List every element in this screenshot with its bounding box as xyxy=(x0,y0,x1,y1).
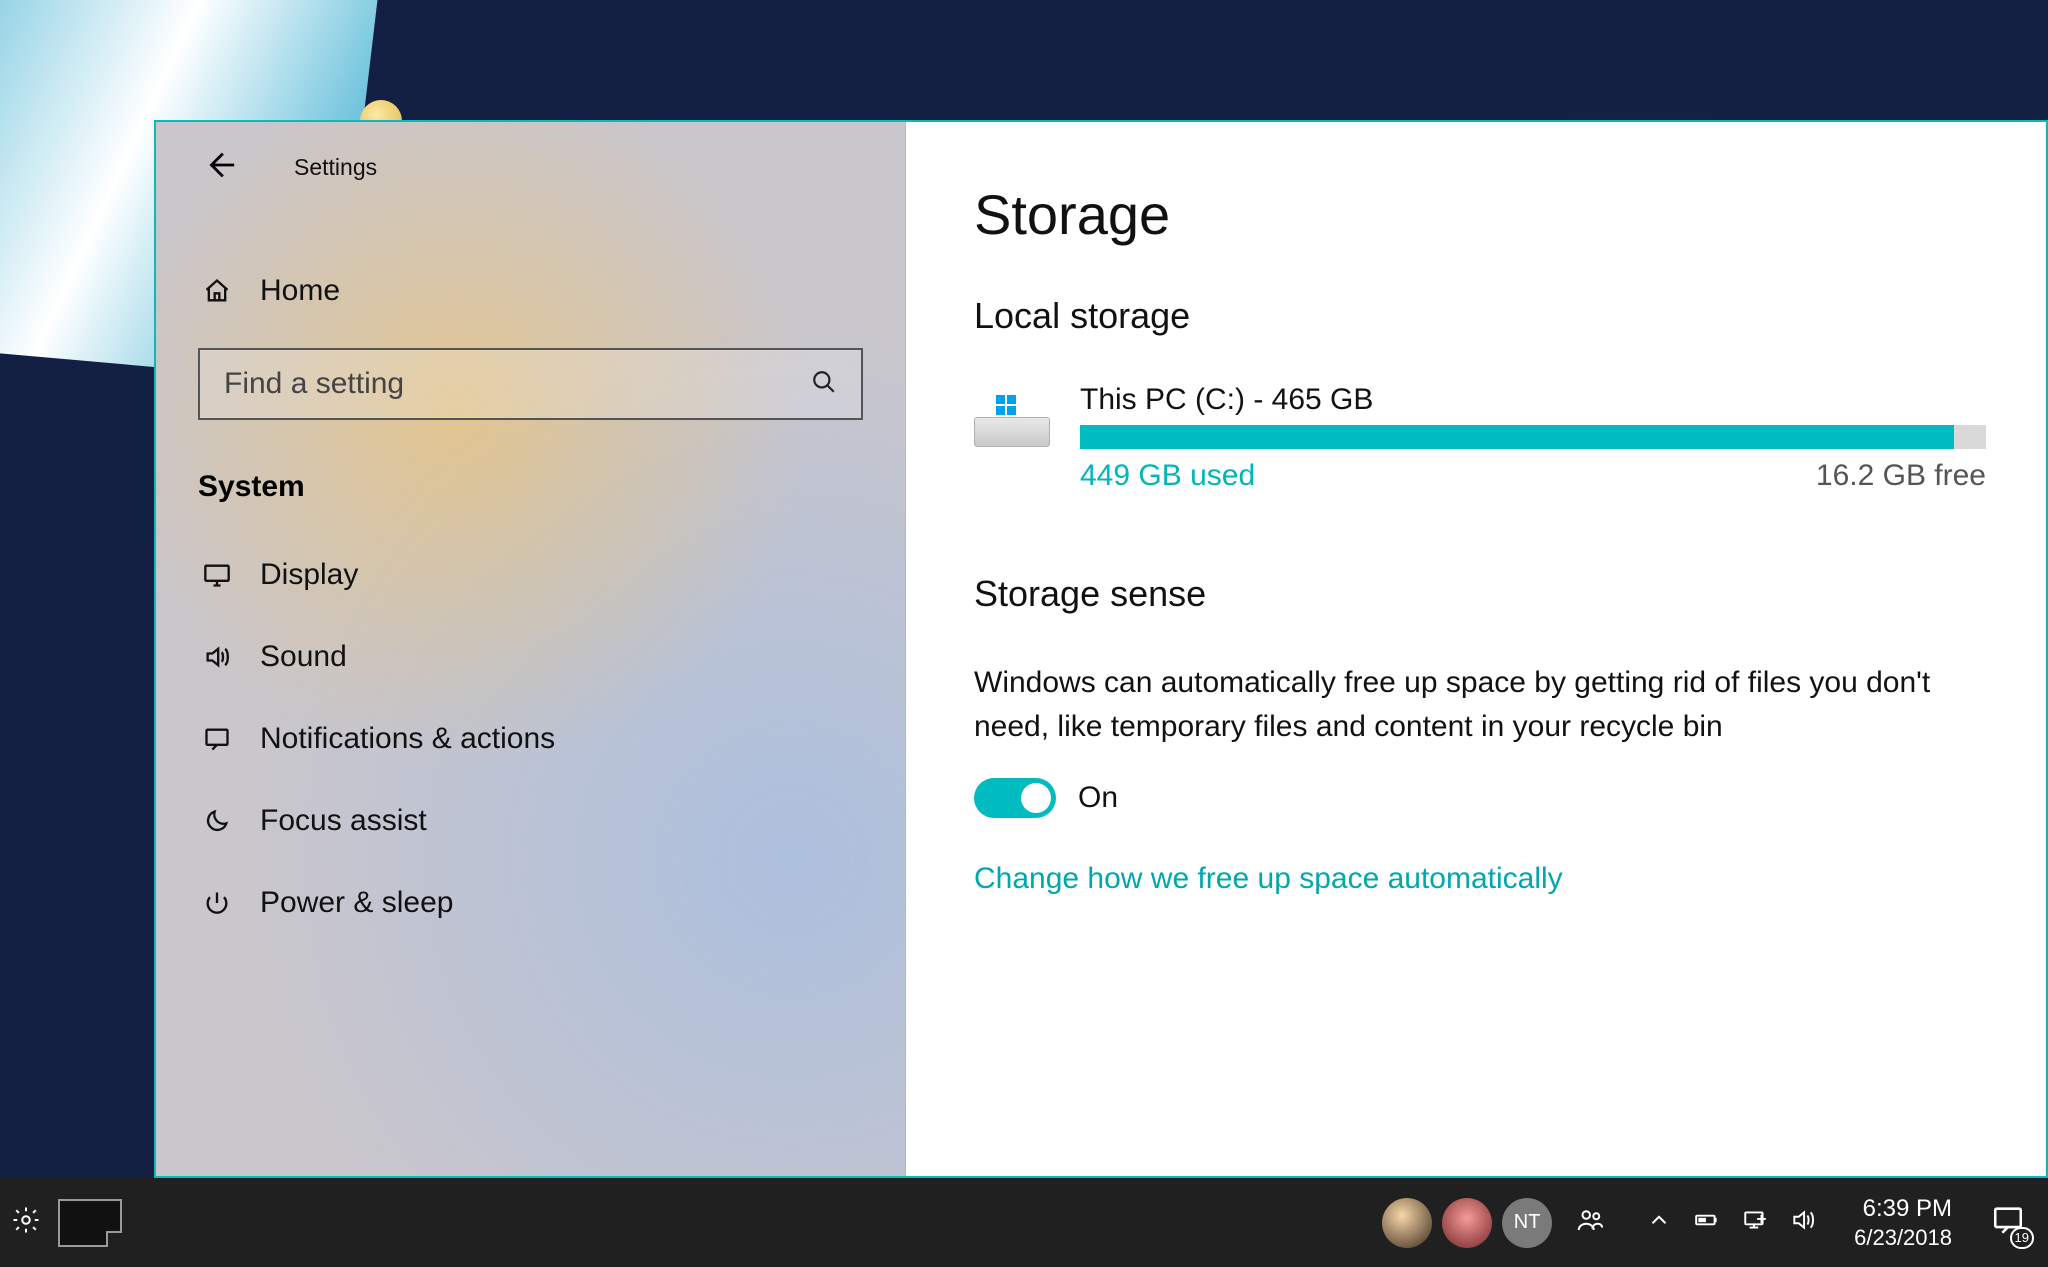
storage-sense-heading: Storage sense xyxy=(974,573,1986,615)
taskbar-action-center[interactable]: 19 xyxy=(1984,1199,2032,1247)
taskbar-task-view[interactable] xyxy=(52,1178,122,1267)
taskbar-settings-gear[interactable] xyxy=(0,1178,52,1267)
sidebar-item-label: Notifications & actions xyxy=(260,722,555,756)
taskbar-date: 6/23/2018 xyxy=(1854,1224,1952,1252)
moon-icon xyxy=(198,807,236,835)
sidebar-item-display[interactable]: Display xyxy=(156,534,905,616)
sidebar-header: Settings xyxy=(156,122,905,212)
back-arrow-icon xyxy=(203,148,237,187)
taskbar-user-avatar-2[interactable] xyxy=(1442,1198,1492,1248)
tray-overflow[interactable] xyxy=(1646,1207,1672,1238)
power-icon xyxy=(198,889,236,917)
home-icon xyxy=(198,277,236,305)
sidebar-item-power-sleep[interactable]: Power & sleep xyxy=(156,862,905,944)
storage-sense-description: Windows can automatically free up space … xyxy=(974,661,1986,748)
sidebar-home-label: Home xyxy=(260,274,340,308)
search-box[interactable] xyxy=(198,348,863,420)
sidebar-item-label: Focus assist xyxy=(260,804,427,838)
settings-window: Settings Home System Display Sound xyxy=(154,120,2048,1178)
settings-main: Storage Local storage This PC (C:) - 465… xyxy=(906,122,2046,1176)
sidebar-item-notifications[interactable]: Notifications & actions xyxy=(156,698,905,780)
taskbar: NT 6:39 PM 6/23/2018 xyxy=(0,1178,2048,1267)
drive-info: This PC (C:) - 465 GB 449 GB used 16.2 G… xyxy=(1080,383,1986,493)
sidebar-item-focus-assist[interactable]: Focus assist xyxy=(156,780,905,862)
taskbar-time: 6:39 PM xyxy=(1854,1194,1952,1224)
taskbar-system-tray xyxy=(1646,1207,1816,1238)
local-storage-heading: Local storage xyxy=(974,295,1986,337)
drive-item[interactable]: This PC (C:) - 465 GB 449 GB used 16.2 G… xyxy=(974,383,1986,493)
settings-sidebar: Settings Home System Display Sound xyxy=(156,122,906,1176)
sound-icon xyxy=(198,643,236,671)
notifications-icon xyxy=(198,725,236,753)
chevron-up-icon xyxy=(1646,1207,1672,1238)
gear-icon xyxy=(11,1205,41,1240)
network-icon[interactable] xyxy=(1742,1207,1768,1238)
people-icon xyxy=(1575,1205,1605,1240)
page-title: Storage xyxy=(974,182,1986,247)
drive-used: 449 GB used xyxy=(1080,459,1255,493)
back-button[interactable] xyxy=(202,149,238,185)
sidebar-category: System xyxy=(156,420,905,534)
storage-sense-toggle-label: On xyxy=(1078,781,1118,815)
battery-icon[interactable] xyxy=(1694,1207,1720,1238)
notification-badge: 19 xyxy=(2010,1227,2034,1249)
sidebar-item-label: Sound xyxy=(260,640,347,674)
display-icon xyxy=(198,561,236,589)
sidebar-item-label: Display xyxy=(260,558,358,592)
sidebar-item-sound[interactable]: Sound xyxy=(156,616,905,698)
change-free-up-link[interactable]: Change how we free up space automaticall… xyxy=(974,862,1986,896)
taskbar-user-avatar-1[interactable] xyxy=(1382,1198,1432,1248)
window-title: Settings xyxy=(294,154,377,181)
storage-sense-toggle[interactable] xyxy=(974,778,1056,818)
taskbar-clock[interactable]: 6:39 PM 6/23/2018 xyxy=(1854,1194,1952,1252)
task-view-icon xyxy=(58,1199,122,1247)
taskbar-user-avatar-initials[interactable]: NT xyxy=(1502,1198,1552,1248)
taskbar-people[interactable] xyxy=(1562,1178,1618,1267)
drive-icon xyxy=(974,391,1050,447)
drive-usage-bar xyxy=(1080,425,1986,449)
search-input[interactable] xyxy=(224,367,811,401)
drive-name: This PC (C:) - 465 GB xyxy=(1080,383,1986,417)
drive-free: 16.2 GB free xyxy=(1816,459,1986,493)
search-icon xyxy=(811,369,837,400)
volume-icon[interactable] xyxy=(1790,1207,1816,1238)
sidebar-item-label: Power & sleep xyxy=(260,886,453,920)
sidebar-home[interactable]: Home xyxy=(156,252,905,330)
